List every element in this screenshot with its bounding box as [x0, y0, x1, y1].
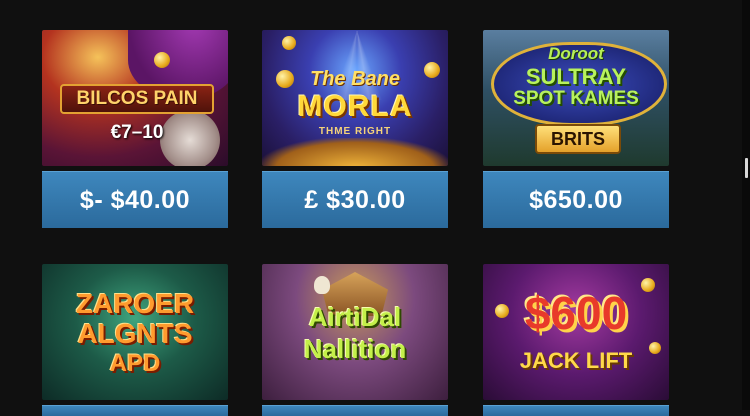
game-title-6-line-1: $600: [524, 287, 628, 339]
game-thumbnail-4[interactable]: ZAROER ALGNTS APD: [42, 264, 228, 400]
game-title-5-line-2: Nallition: [303, 334, 407, 364]
price-button-4[interactable]: [42, 405, 228, 416]
game-card-4: ZAROER ALGNTS APD: [42, 264, 228, 416]
game-thumbnail-1[interactable]: BILCOS PAIN €7–10: [42, 30, 228, 166]
game-title-3-line-2: SULTRAY: [525, 64, 627, 89]
game-title-1: BILCOS PAIN: [60, 84, 214, 114]
game-title-2-line-1: The Bane: [309, 68, 401, 90]
game-title-4-line-2: ALGNTS: [77, 318, 193, 349]
game-subtitle-1: €7–10: [110, 122, 164, 143]
game-subtitle-2: THME RIGHT: [318, 126, 392, 137]
game-title-4-line-3: APD: [109, 350, 161, 377]
skull-icon: [314, 276, 330, 294]
game-thumbnail-3[interactable]: Doroot SULTRAY SPOT KAMES BRITS: [483, 30, 669, 166]
scrollbar[interactable]: [742, 0, 750, 410]
price-button-3[interactable]: $650.00: [483, 171, 669, 228]
game-thumbnail-2[interactable]: The Bane MORLA THME RIGHT: [262, 30, 448, 166]
game-title-3-line-3: SPOT KAMES: [513, 88, 639, 109]
price-button-2[interactable]: £ $30.00: [262, 171, 448, 228]
game-title-4-line-1: ZAROER: [75, 288, 195, 319]
game-title-5-line-1: AirtiDal: [308, 302, 402, 332]
game-card-2: The Bane MORLA THME RIGHT £ $30.00: [262, 30, 448, 230]
treasure-pile: [262, 138, 448, 166]
price-button-1[interactable]: $- $40.00: [42, 171, 228, 228]
game-title-3-line-1: Doroot: [548, 44, 604, 63]
game-title-2-line-2: MORLA: [297, 90, 413, 123]
scrollbar-thumb[interactable]: [745, 158, 748, 178]
coin-icon: [282, 36, 296, 50]
game-thumbnail-5[interactable]: AirtiDal Nallition: [262, 264, 448, 400]
game-title-6-line-2: JACK LIFT: [519, 348, 633, 373]
game-card-1: BILCOS PAIN €7–10 $- $40.00: [42, 30, 228, 230]
game-card-6: $600 JACK LIFT: [483, 264, 669, 416]
game-badge-3: BRITS: [535, 124, 621, 154]
price-button-5[interactable]: [262, 405, 448, 416]
price-button-6[interactable]: [483, 405, 669, 416]
game-thumbnail-6[interactable]: $600 JACK LIFT: [483, 264, 669, 400]
game-grid: BILCOS PAIN €7–10 $- $40.00 The Bane MOR…: [0, 0, 750, 416]
game-card-3: Doroot SULTRAY SPOT KAMES BRITS $650.00: [483, 30, 669, 230]
coin-icon: [154, 52, 170, 68]
game-card-5: AirtiDal Nallition: [262, 264, 448, 416]
